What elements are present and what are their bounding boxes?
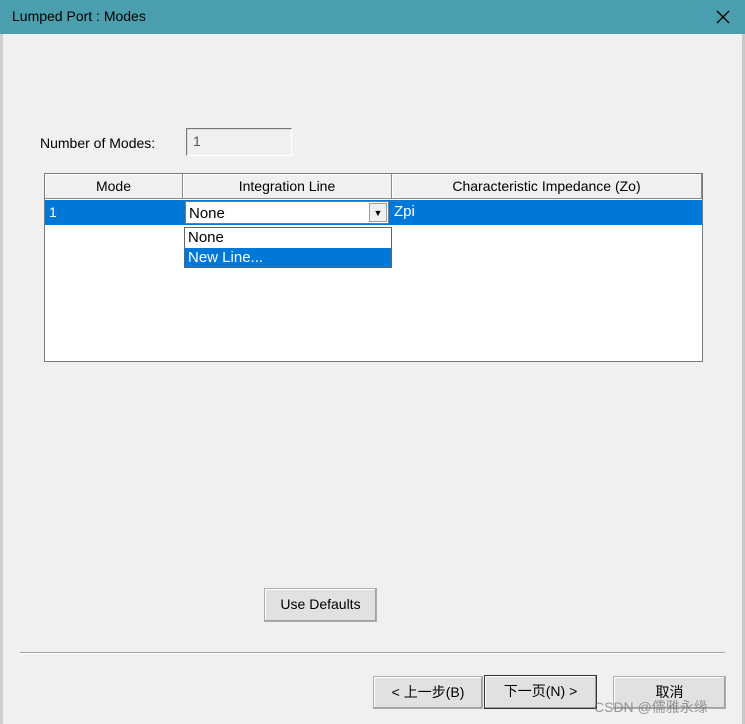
dropdown-arrow-button[interactable]: ▼ — [369, 203, 387, 222]
number-of-modes-field[interactable]: 1 — [186, 128, 292, 156]
column-header-integration-line[interactable]: Integration Line — [183, 174, 392, 199]
use-defaults-button[interactable]: Use Defaults — [264, 588, 377, 622]
integration-line-dropdown-list: None New Line... — [184, 227, 392, 268]
back-button[interactable]: < 上一步(B) — [373, 676, 483, 709]
watermark: CSDN @儒雅永缘 — [594, 699, 708, 715]
window-title: Lumped Port : Modes — [12, 8, 146, 24]
cell-impedance[interactable]: Zpi — [394, 203, 415, 220]
footer-divider — [20, 652, 725, 654]
column-header-mode[interactable]: Mode — [45, 174, 183, 199]
title-bar: Lumped Port : Modes — [0, 0, 745, 34]
close-button[interactable] — [701, 0, 745, 34]
number-of-modes-label: Number of Modes: — [40, 135, 156, 151]
column-header-impedance[interactable]: Characteristic Impedance (Zo) — [392, 174, 702, 199]
window-edge-left — [0, 34, 3, 724]
dropdown-option-none[interactable]: None — [185, 228, 391, 247]
integration-line-combobox[interactable]: None ▼ — [185, 201, 389, 224]
modes-table: Mode Integration Line Characteristic Imp… — [44, 173, 703, 362]
chevron-down-icon: ▼ — [373, 207, 383, 218]
close-icon — [716, 10, 730, 24]
next-button[interactable]: 下一页(N) > — [484, 675, 597, 709]
integration-line-value: None — [189, 205, 225, 222]
dropdown-option-new-line[interactable]: New Line... — [185, 248, 391, 267]
cell-mode[interactable]: 1 — [49, 204, 57, 220]
